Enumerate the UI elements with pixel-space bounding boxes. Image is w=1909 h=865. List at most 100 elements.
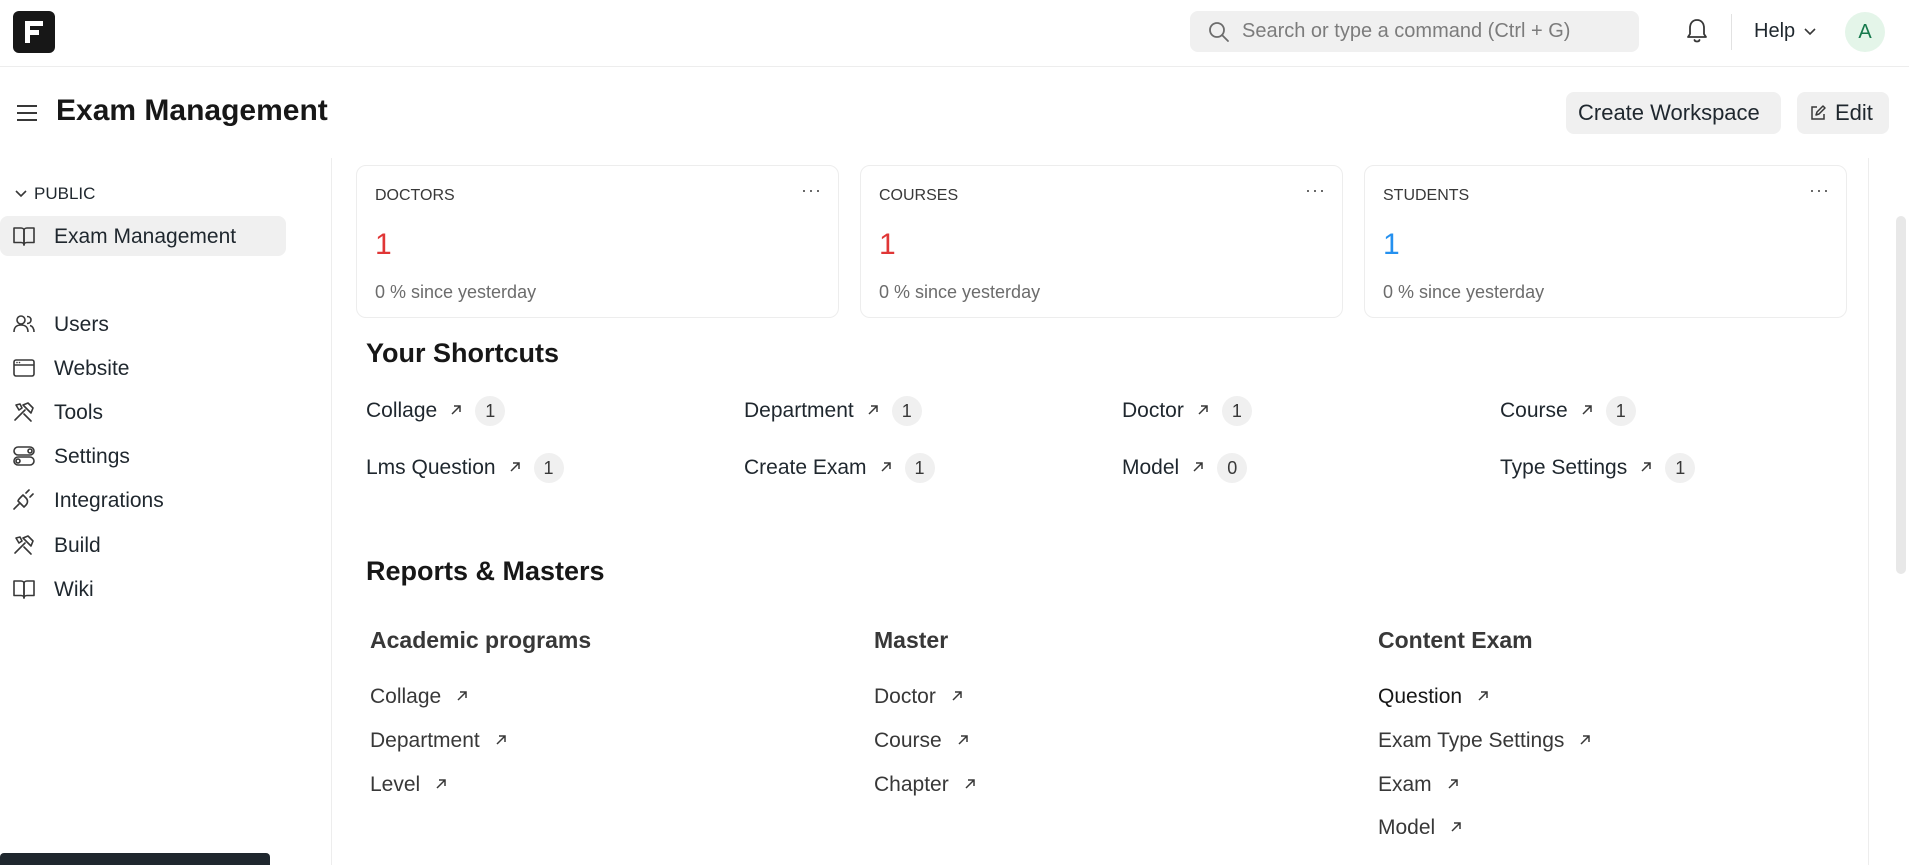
sidebar-section-label: PUBLIC <box>34 184 96 203</box>
status-tooltip <box>0 853 270 865</box>
sidebar-divider <box>331 158 332 865</box>
card-title: COURSES <box>879 187 959 204</box>
link-label: Course <box>874 729 942 752</box>
link-label: Exam <box>1378 773 1432 796</box>
arrow-up-right-icon <box>963 773 977 797</box>
sidebar-item-exam-management[interactable]: Exam Management <box>0 216 286 256</box>
link-label: Collage <box>370 685 442 708</box>
number-card-courses[interactable]: COURSES ··· 1 0 % since yesterday <box>860 165 1343 318</box>
arrow-up-right-icon <box>1639 456 1653 480</box>
link-collage[interactable]: Collage <box>370 685 469 709</box>
number-card-doctors[interactable]: DOCTORS ··· 1 0 % since yesterday <box>356 165 839 318</box>
arrow-up-right-icon <box>449 399 463 423</box>
search-bar[interactable] <box>1190 11 1639 52</box>
edit-label: Edit <box>1835 100 1873 125</box>
scrollbar-thumb[interactable] <box>1896 216 1906 574</box>
shortcut-count-badge: 1 <box>1605 396 1636 426</box>
shortcut-label: Model <box>1122 456 1180 479</box>
sidebar-item-label: Website <box>54 357 130 380</box>
chevron-down-icon <box>15 190 27 198</box>
help-dropdown[interactable]: Help <box>1754 20 1817 43</box>
arrow-up-right-icon <box>956 729 970 753</box>
link-label: Exam Type Settings <box>1378 729 1565 752</box>
sidebar-section-public[interactable]: PUBLIC <box>14 184 95 204</box>
card-stat: 0 % since yesterday <box>375 282 537 302</box>
sidebar-toggle-hamburger-icon[interactable] <box>15 101 39 125</box>
sidebar-item-label: Users <box>54 313 109 336</box>
card-menu-icon[interactable]: ··· <box>1305 180 1326 201</box>
card-heading-master: Master <box>874 627 949 653</box>
sidebar-item-settings[interactable]: Settings <box>0 436 286 476</box>
content-border <box>1868 158 1869 865</box>
arrow-up-right-icon <box>950 685 964 709</box>
sidebar-item-wiki[interactable]: Wiki <box>0 569 286 609</box>
sidebar-item-tools[interactable]: Tools <box>0 392 286 432</box>
link-course[interactable]: Course <box>874 729 970 753</box>
shortcut-count-badge: 1 <box>1665 453 1696 483</box>
link-exam[interactable]: Exam <box>1378 773 1460 797</box>
app-logo[interactable] <box>13 11 55 53</box>
sidebar-item-label: Wiki <box>54 578 94 601</box>
shortcut-department[interactable]: Department 1 <box>744 396 922 426</box>
sidebar-item-label: Integrations <box>54 489 164 512</box>
link-level[interactable]: Level <box>370 773 448 797</box>
help-label: Help <box>1754 20 1796 42</box>
reports-title: Reports & Masters <box>366 556 605 586</box>
shortcut-label: Type Settings <box>1500 456 1628 479</box>
arrow-up-right-icon <box>1476 685 1490 709</box>
shortcut-count-badge: 1 <box>891 396 922 426</box>
link-department[interactable]: Department <box>370 729 508 753</box>
frappe-logo-icon <box>25 21 43 43</box>
shortcut-count-badge: 0 <box>1217 453 1248 483</box>
shortcut-label: Department <box>744 399 854 422</box>
arrow-up-right-icon <box>1196 399 1210 423</box>
notification-bell-icon[interactable] <box>1685 17 1709 45</box>
link-model[interactable]: Model <box>1378 816 1463 840</box>
sidebar-item-users[interactable]: Users <box>0 304 286 344</box>
shortcut-count-badge: 1 <box>533 453 564 483</box>
number-card-students[interactable]: STUDENTS ··· 1 0 % since yesterday <box>1364 165 1847 318</box>
shortcut-collage[interactable]: Collage 1 <box>366 396 506 426</box>
sidebar-item-label: Build <box>54 534 101 557</box>
shortcut-doctor[interactable]: Doctor 1 <box>1122 396 1252 426</box>
shortcut-count-badge: 1 <box>904 453 935 483</box>
edit-button[interactable]: Edit <box>1797 92 1889 134</box>
tools-icon <box>14 402 34 422</box>
shortcut-label: Collage <box>366 399 438 422</box>
link-question[interactable]: Question <box>1378 685 1490 709</box>
card-stat: 0 % since yesterday <box>1383 282 1545 302</box>
shortcut-count-badge: 1 <box>475 396 506 426</box>
shortcut-course[interactable]: Course 1 <box>1500 396 1636 426</box>
sidebar-item-website[interactable]: Website <box>0 348 286 388</box>
create-workspace-label: Create Workspace <box>1578 100 1760 125</box>
shortcut-label: Lms Question <box>366 456 496 479</box>
create-workspace-button[interactable]: Create Workspace <box>1566 92 1781 134</box>
user-avatar[interactable]: A <box>1845 12 1885 52</box>
shortcuts-title: Your Shortcuts <box>366 338 560 368</box>
page-title: Exam Management <box>56 94 328 127</box>
link-chapter[interactable]: Chapter <box>874 773 977 797</box>
sidebar-item-label: Settings <box>54 445 130 468</box>
navbar-divider <box>1731 14 1732 50</box>
search-input[interactable] <box>1242 11 1622 52</box>
card-menu-icon[interactable]: ··· <box>1809 180 1830 201</box>
hammer-icon <box>14 535 34 555</box>
link-doctor[interactable]: Doctor <box>874 685 964 709</box>
link-label: Level <box>370 773 421 796</box>
arrow-up-right-icon <box>866 399 880 423</box>
shortcut-model[interactable]: Model 0 <box>1122 453 1248 483</box>
arrow-up-right-icon <box>508 456 522 480</box>
link-exam-type-settings[interactable]: Exam Type Settings <box>1378 729 1592 753</box>
link-label: Question <box>1378 685 1463 708</box>
shortcut-lms-question[interactable]: Lms Question 1 <box>366 453 564 483</box>
browser-window-icon <box>13 359 35 377</box>
sidebar-item-build[interactable]: Build <box>0 525 286 565</box>
shortcut-create-exam[interactable]: Create Exam 1 <box>744 453 935 483</box>
arrow-up-right-icon <box>1446 773 1460 797</box>
sidebar-item-integrations[interactable]: Integrations <box>0 480 286 520</box>
arrow-up-right-icon <box>494 729 508 753</box>
book-icon <box>13 580 35 599</box>
shortcut-type-settings[interactable]: Type Settings 1 <box>1500 453 1696 483</box>
card-menu-icon[interactable]: ··· <box>801 180 822 201</box>
link-label: Chapter <box>874 773 949 796</box>
